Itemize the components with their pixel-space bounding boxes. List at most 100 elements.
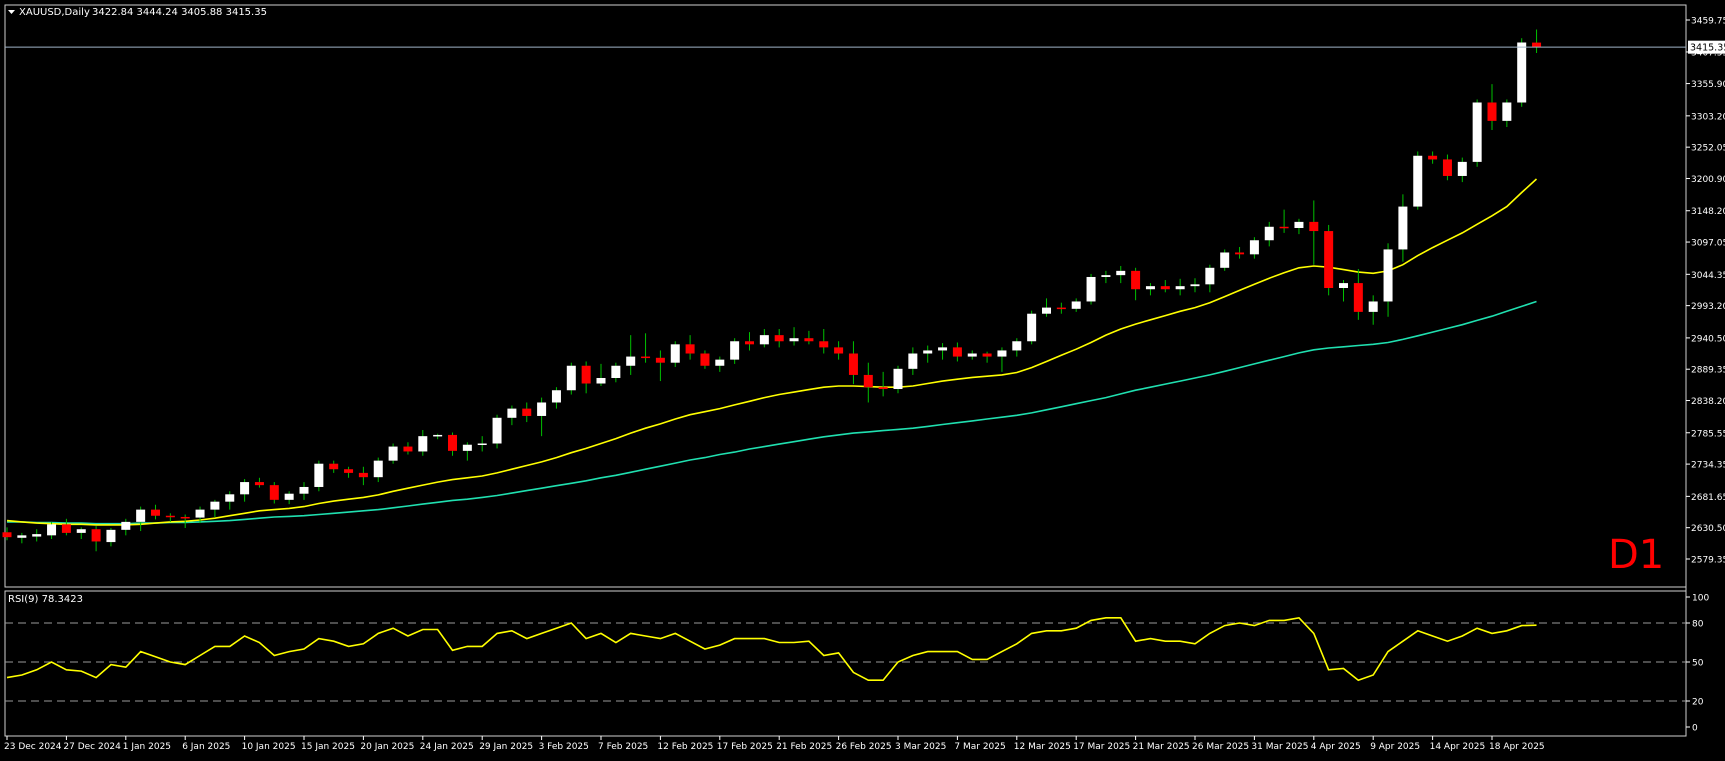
trading-chart[interactable]: 3459.753407.553355.903303.203252.053200.… — [0, 0, 1725, 757]
time-tick-label: 21 Feb 2025 — [776, 742, 832, 752]
bear-candle-body — [1324, 231, 1334, 289]
current-price-label: 3415.35 — [1690, 43, 1725, 54]
bear-candle-body — [685, 344, 695, 354]
rsi-tick-label: 0 — [1692, 724, 1698, 734]
bull-candle-body — [1012, 341, 1022, 351]
bull-candle-body — [1175, 286, 1185, 290]
bear-candle-body — [1160, 286, 1170, 290]
bull-candle-body — [121, 521, 131, 530]
time-tick-label: 21 Mar 2025 — [1133, 742, 1190, 752]
price-tick-label: 2630.50 — [1691, 524, 1725, 534]
chart-canvas[interactable]: 3459.753407.553355.903303.203252.053200.… — [0, 0, 1725, 757]
price-tick-label: 2993.20 — [1691, 302, 1725, 312]
time-tick-label: 10 Jan 2025 — [242, 742, 296, 752]
bear-candle-body — [1056, 307, 1066, 310]
bear-candle-body — [745, 341, 754, 345]
candle[interactable] — [566, 362, 576, 395]
bear-candle-body — [329, 463, 339, 470]
chart-background — [0, 0, 1725, 757]
bull-candle-body — [418, 436, 428, 452]
bear-candle-body — [641, 356, 651, 359]
bear-candle-body — [863, 374, 873, 388]
bull-candle-body — [195, 509, 205, 518]
bull-candle-body — [1383, 249, 1393, 302]
time-tick-label: 26 Mar 2025 — [1192, 742, 1249, 752]
bull-candle-body — [47, 524, 57, 536]
bear-candle-body — [254, 482, 264, 486]
bull-candle-body — [551, 390, 561, 403]
bull-candle-body — [314, 463, 324, 487]
bull-candle-body — [1339, 283, 1348, 289]
bear-candle-body — [61, 524, 71, 533]
time-tick-label: 3 Feb 2025 — [539, 742, 589, 752]
price-tick-label: 3252.05 — [1691, 144, 1725, 154]
bull-candle-body — [1472, 102, 1482, 162]
bull-candle-body — [1264, 226, 1274, 241]
rsi-tick-label: 100 — [1692, 594, 1709, 604]
candle[interactable] — [1027, 310, 1037, 345]
candle[interactable] — [1517, 38, 1527, 107]
bull-candle-body — [32, 534, 42, 537]
bull-candle-body — [299, 486, 309, 494]
rsi-tick-label: 20 — [1692, 698, 1704, 708]
time-tick-label: 15 Jan 2025 — [301, 742, 355, 752]
bull-candle-body — [492, 417, 502, 444]
price-tick-label: 2785.55 — [1691, 429, 1725, 439]
bear-candle-body — [180, 516, 190, 519]
time-tick-label: 24 Jan 2025 — [420, 742, 474, 752]
price-tick-label: 3097.05 — [1691, 239, 1725, 249]
bear-candle-body — [834, 347, 844, 354]
time-tick-label: 17 Feb 2025 — [717, 742, 773, 752]
time-tick-label: 14 Apr 2025 — [1430, 742, 1486, 752]
candle[interactable] — [492, 414, 502, 449]
candle[interactable] — [1324, 224, 1334, 296]
bear-candle-body — [522, 408, 532, 416]
time-tick-label: 20 Jan 2025 — [360, 742, 414, 752]
time-tick-label: 7 Feb 2025 — [598, 742, 648, 752]
candle[interactable] — [1220, 249, 1230, 271]
bear-candle-body — [358, 472, 368, 478]
price-tick-label: 2681.65 — [1691, 493, 1725, 503]
bull-candle-body — [210, 501, 220, 510]
bear-candle-body — [952, 347, 962, 357]
chart-symbol-title: XAUUSD,Daily — [19, 7, 90, 18]
bull-candle-body — [923, 350, 933, 354]
price-tick-label: 3200.90 — [1691, 175, 1725, 185]
bear-candle-body — [1353, 283, 1363, 312]
time-tick-label: 29 Jan 2025 — [479, 742, 533, 752]
bull-candle-body — [1042, 307, 1051, 314]
bull-candle-body — [433, 434, 443, 437]
bear-candle-body — [151, 509, 160, 516]
bull-candle-body — [106, 529, 116, 543]
bull-candle-body — [17, 535, 27, 538]
price-tick-label: 3148.20 — [1691, 207, 1725, 217]
candle[interactable] — [1086, 273, 1096, 305]
bull-candle-body — [388, 446, 398, 461]
price-tick-label: 2889.35 — [1691, 366, 1725, 376]
bull-candle-body — [1101, 275, 1111, 277]
bear-candle-body — [804, 338, 814, 342]
time-tick-label: 31 Mar 2025 — [1251, 742, 1308, 752]
bull-candle-body — [284, 493, 294, 500]
bull-candle-body — [1145, 286, 1155, 290]
bull-candle-body — [1116, 270, 1126, 276]
bull-candle-body — [1457, 161, 1467, 176]
bear-candle-body — [448, 434, 457, 451]
bull-candle-body — [1086, 276, 1096, 302]
time-tick-label: 12 Mar 2025 — [1014, 742, 1071, 752]
candle[interactable] — [314, 460, 324, 492]
price-tick-label: 3459.75 — [1691, 17, 1725, 27]
price-tick-label: 2940.50 — [1691, 334, 1725, 344]
bear-candle-body — [1309, 221, 1319, 232]
time-tick-label: 4 Apr 2025 — [1311, 742, 1361, 752]
bear-candle-body — [269, 485, 279, 500]
bull-candle-body — [611, 365, 621, 378]
bull-candle-body — [1249, 240, 1259, 255]
candle[interactable] — [1413, 151, 1423, 210]
bull-candle-body — [730, 341, 740, 360]
candle[interactable] — [1472, 99, 1482, 167]
bear-candle-body — [982, 353, 992, 357]
time-tick-label: 7 Mar 2025 — [954, 742, 1005, 752]
bull-candle-body — [1071, 301, 1081, 309]
bull-candle-body — [715, 359, 725, 366]
